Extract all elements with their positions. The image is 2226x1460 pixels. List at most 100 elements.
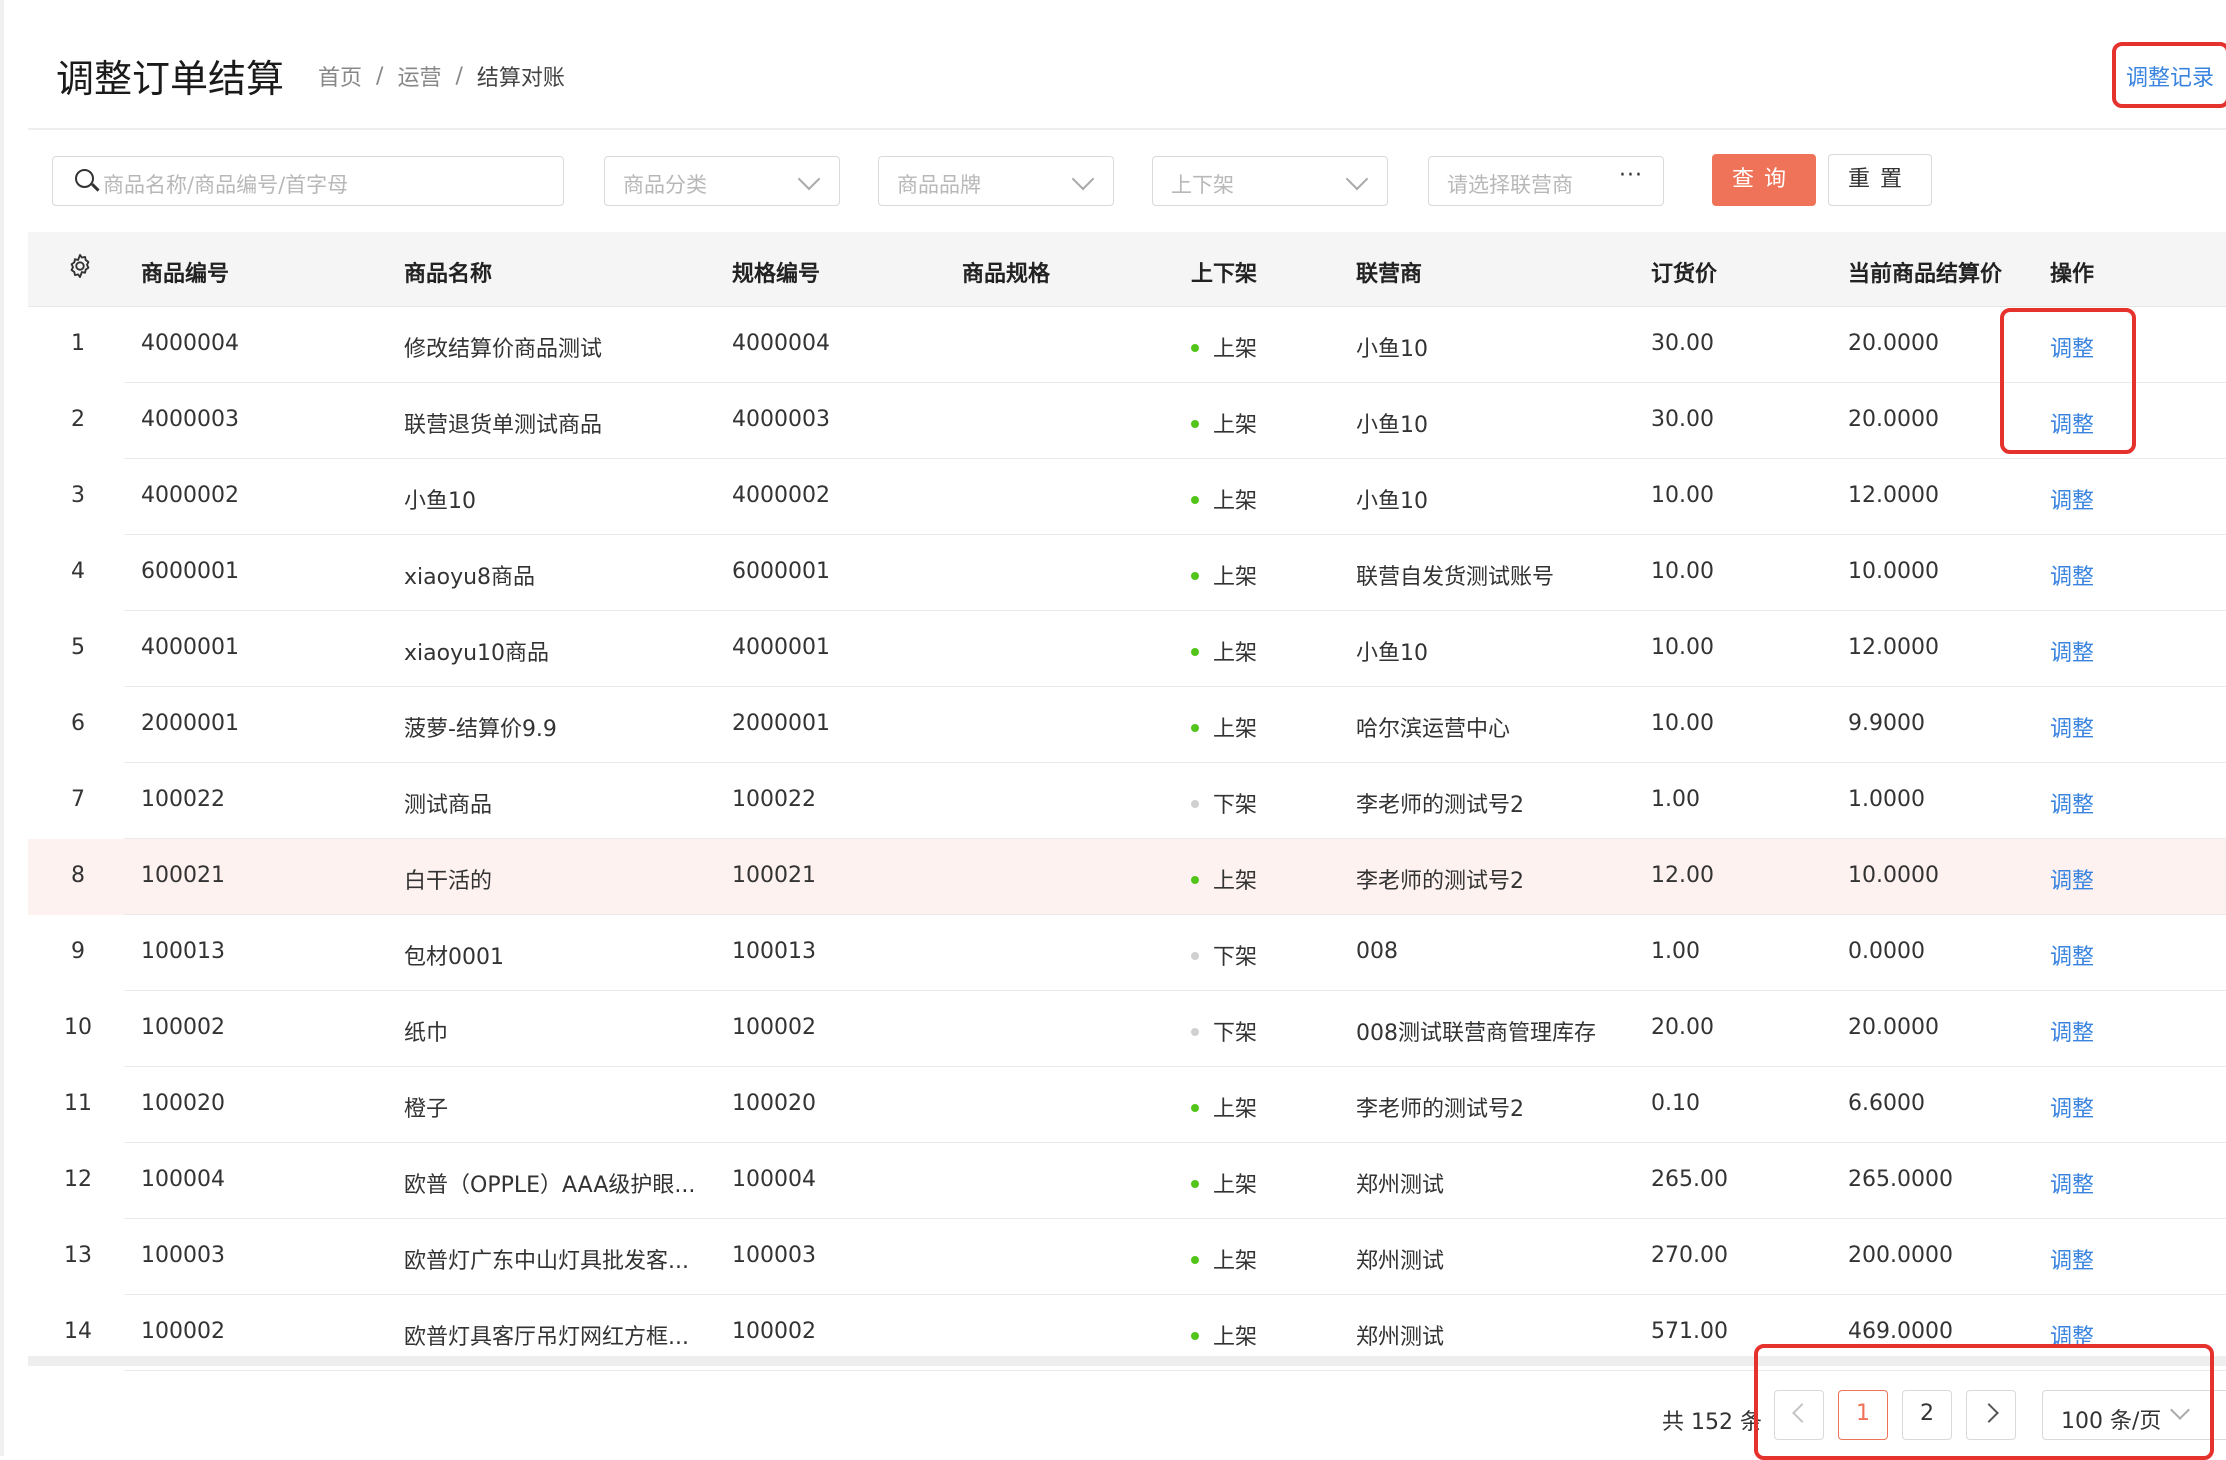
status-text: 上架	[1213, 413, 1258, 438]
cell-status: 上架	[1191, 635, 1257, 667]
status-text: 上架	[1213, 1325, 1258, 1350]
cell-order-price: 12.00	[1651, 863, 1714, 888]
cell-code: 100002	[141, 1015, 225, 1040]
cell-settle-price: 9.9000	[1848, 711, 1925, 736]
cell-spec-code: 100004	[732, 1167, 816, 1192]
category-placeholder: 商品分类	[623, 173, 707, 197]
breadcrumb-operations[interactable]: 运营	[397, 60, 441, 92]
breadcrumb-home[interactable]: 首页	[318, 60, 362, 92]
adjust-link[interactable]: 调整	[2050, 1015, 2094, 1047]
cell-name: 欧普灯广东中山灯具批发客...	[404, 1249, 689, 1274]
adjust-link[interactable]: 调整	[2050, 1243, 2094, 1275]
table-row: 10 100002 纸巾 100002 下架 008测试联营商管理库存 20.00 20.00…	[28, 991, 2226, 1067]
cell-spec-code: 4000001	[732, 635, 830, 660]
table-row: 8 100021 白干活的 100021 上架 李老师的测试号2 12.00 10.0000 调…	[28, 839, 2226, 915]
cell-settle-price: 20.0000	[1848, 331, 1939, 356]
cell-code: 100003	[141, 1243, 225, 1268]
status-dot-icon	[1191, 1180, 1199, 1188]
cell-code: 4000001	[141, 635, 239, 660]
total-count: 共 152 条	[1662, 1410, 1762, 1435]
chevron-down-icon	[797, 167, 821, 191]
status-text: 上架	[1213, 565, 1258, 590]
adjust-link[interactable]: 调整	[2050, 1091, 2094, 1123]
cell-status: 下架	[1191, 939, 1257, 971]
column-header: 商品规格	[962, 262, 1051, 287]
annotation-box-pagination	[1754, 1344, 2214, 1460]
cell-order-price: 571.00	[1651, 1319, 1728, 1344]
adjust-link[interactable]: 调整	[2050, 939, 2094, 971]
cell-index: 14	[64, 1319, 92, 1344]
status-dot-icon	[1191, 648, 1199, 656]
cell-code: 6000001	[141, 559, 239, 584]
cell-status: 上架	[1191, 1167, 1257, 1199]
cell-settle-price: 20.0000	[1848, 407, 1939, 432]
partner-select[interactable]: 请选择联营商 ···	[1428, 156, 1664, 206]
cell-index: 2	[71, 407, 85, 432]
breadcrumb-separator: /	[376, 63, 384, 89]
table-row: 3 4000002 小鱼10 4000002 上架 小鱼10 10.00 12.0000 调整	[28, 459, 2226, 535]
brand-select[interactable]: 商品品牌	[878, 156, 1114, 206]
cell-order-price: 10.00	[1651, 635, 1714, 660]
adjust-link[interactable]: 调整	[2050, 559, 2094, 591]
cell-settle-price: 469.0000	[1848, 1319, 1953, 1344]
cell-partner: 小鱼10	[1356, 337, 1428, 362]
cell-order-price: 10.00	[1651, 559, 1714, 584]
column-header: 商品编号	[141, 262, 230, 287]
cell-partner: 李老师的测试号2	[1356, 1097, 1524, 1122]
cell-index: 4	[71, 559, 85, 584]
table-row: 12 100004 欧普（OPPLE）AAA级护眼... 100004 上架 郑州测试 26…	[28, 1143, 2226, 1219]
cell-order-price: 10.00	[1651, 483, 1714, 508]
table-row: 4 6000001 xiaoyu8商品 6000001 上架 联营自发货测试账号 10.00…	[28, 535, 2226, 611]
status-dot-icon	[1191, 1256, 1199, 1264]
cell-index: 1	[71, 331, 85, 356]
status-text: 上架	[1213, 489, 1258, 514]
status-dot-icon	[1191, 344, 1199, 352]
more-icon[interactable]: ···	[1619, 163, 1643, 188]
cell-order-price: 30.00	[1651, 407, 1714, 432]
query-button[interactable]: 查询	[1712, 154, 1816, 206]
cell-settle-price: 12.0000	[1848, 483, 1939, 508]
adjust-link[interactable]: 调整	[2050, 863, 2094, 895]
cell-order-price: 265.00	[1651, 1167, 1728, 1192]
adjust-link[interactable]: 调整	[2050, 483, 2094, 515]
cell-settle-price: 0.0000	[1848, 939, 1925, 964]
category-select[interactable]: 商品分类	[604, 156, 840, 206]
table-header: 商品编号 商品名称 规格编号 商品规格 上下架 联营商 订货价 当前商品结算价 …	[28, 232, 2226, 307]
cell-partner: 008测试联营商管理库存	[1356, 1021, 1596, 1046]
cell-code: 100020	[141, 1091, 225, 1116]
adjust-link[interactable]: 调整	[2050, 635, 2094, 667]
cell-index: 12	[64, 1167, 92, 1192]
cell-index: 5	[71, 635, 85, 660]
annotation-box-actions	[2000, 308, 2136, 454]
cell-status: 上架	[1191, 1243, 1257, 1275]
chevron-down-icon	[1071, 167, 1095, 191]
cell-partner: 郑州测试	[1356, 1325, 1445, 1350]
reset-button[interactable]: 重置	[1828, 154, 1932, 206]
cell-settle-price: 10.0000	[1848, 863, 1939, 888]
search-placeholder: 商品名称/商品编号/首字母	[103, 173, 349, 197]
table-row: 2 4000003 联营退货单测试商品 4000003 上架 小鱼10 30.00 20.00…	[28, 383, 2226, 459]
search-input[interactable]: 商品名称/商品编号/首字母	[52, 156, 564, 206]
status-dot-icon	[1191, 876, 1199, 884]
cell-code: 2000001	[141, 711, 239, 736]
status-text: 下架	[1213, 793, 1258, 818]
cell-name: 白干活的	[404, 869, 493, 894]
shelf-status-select[interactable]: 上下架	[1152, 156, 1388, 206]
cell-settle-price: 6.6000	[1848, 1091, 1925, 1116]
status-text: 上架	[1213, 1097, 1258, 1122]
cell-spec-code: 100013	[732, 939, 816, 964]
cell-partner: 小鱼10	[1356, 489, 1428, 514]
adjust-link[interactable]: 调整	[2050, 711, 2094, 743]
adjust-link[interactable]: 调整	[2050, 787, 2094, 819]
cell-spec-code: 2000001	[732, 711, 830, 736]
status-dot-icon	[1191, 952, 1199, 960]
table-row: 6 2000001 菠萝-结算价9.9 2000001 上架 哈尔滨运营中心 10.00 9.…	[28, 687, 2226, 763]
status-text: 上架	[1213, 717, 1258, 742]
column-header: 操作	[2050, 262, 2095, 287]
gear-icon[interactable]	[66, 252, 94, 280]
adjust-link[interactable]: 调整	[2050, 1167, 2094, 1199]
cell-status: 上架	[1191, 863, 1257, 895]
page-header: 调整订单结算 首页 / 运营 / 结算对账	[28, 0, 2226, 130]
breadcrumb-current: 结算对账	[476, 66, 565, 91]
annotation-box-record	[2112, 42, 2226, 108]
